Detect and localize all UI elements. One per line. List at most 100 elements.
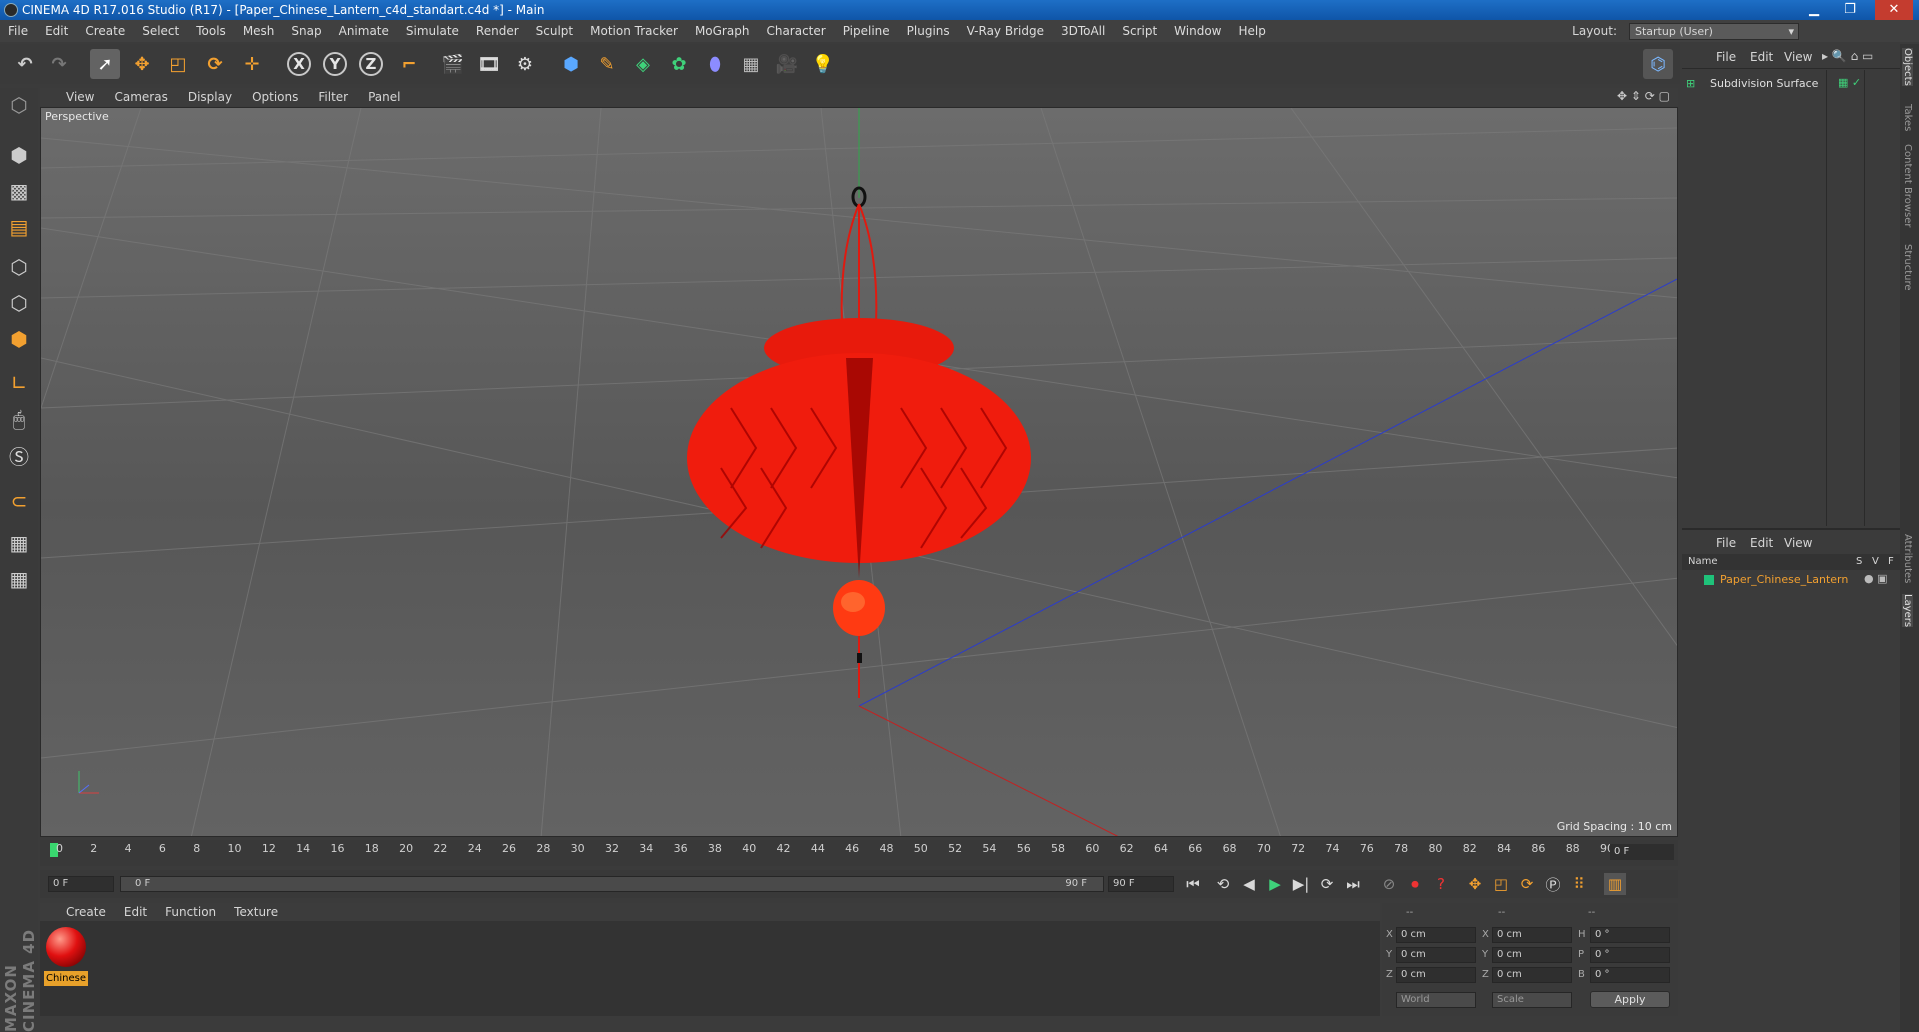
menu-motion-tracker[interactable]: Motion Tracker xyxy=(590,24,678,38)
play-icon[interactable]: ▶ xyxy=(1264,873,1286,895)
start-frame-field[interactable]: 0 F xyxy=(48,876,114,892)
size-y-field[interactable]: 0 cm xyxy=(1492,947,1572,963)
menu-help[interactable]: Help xyxy=(1238,24,1265,38)
menu-pipeline[interactable]: Pipeline xyxy=(843,24,890,38)
objects-menu-view[interactable]: View xyxy=(1784,50,1812,64)
layer-row[interactable]: Paper_Chinese_Lantern ● ▣ xyxy=(1686,572,1896,588)
planar-workplane-icon[interactable]: ▦ xyxy=(3,564,35,594)
floor-icon[interactable]: ▦ xyxy=(736,49,766,79)
menu-edit[interactable]: Edit xyxy=(45,24,68,38)
menu-vray-bridge[interactable]: V-Ray Bridge xyxy=(967,24,1044,38)
camera-icon[interactable]: 🎥 xyxy=(772,49,802,79)
key-parameter-icon[interactable]: Ⓟ xyxy=(1542,873,1564,895)
coordinate-system-icon[interactable]: ⌐ xyxy=(394,49,424,79)
apply-button[interactable]: Apply xyxy=(1590,991,1670,1008)
render-settings-icon[interactable]: ⚙ xyxy=(510,49,540,79)
size-x-field[interactable]: 0 cm xyxy=(1492,927,1572,943)
next-frame-icon[interactable]: ▶| xyxy=(1290,873,1312,895)
points-mode-icon[interactable]: ⬡ xyxy=(3,252,35,282)
objects-menu-edit[interactable]: Edit xyxy=(1750,50,1773,64)
z-axis-lock-icon[interactable]: Z xyxy=(356,49,386,79)
next-key-icon[interactable]: ⟳ xyxy=(1316,873,1338,895)
material-menu-function[interactable]: Function xyxy=(165,905,216,919)
rotation-b-field[interactable]: 0 ° xyxy=(1590,967,1670,983)
menu-file[interactable]: File xyxy=(8,24,28,38)
tab-layers[interactable]: Layers xyxy=(1902,594,1913,628)
coord-space-select[interactable]: World xyxy=(1396,992,1476,1008)
material-menu-edit[interactable]: Edit xyxy=(124,905,147,919)
timeline-ruler[interactable]: 0 2 4 6 8 10 12 14 16 18 20 22 24 26 28 30 32 34 36 38 40 42 4… xyxy=(40,840,1678,866)
menu-script[interactable]: Script xyxy=(1122,24,1157,38)
material-menu-texture[interactable]: Texture xyxy=(234,905,278,919)
tab-objects[interactable]: Objects xyxy=(1902,48,1913,86)
key-position-icon[interactable]: ✥ xyxy=(1464,873,1486,895)
lock-workplane-icon[interactable]: ▦ xyxy=(3,528,35,558)
3d-viewport[interactable]: Perspective Grid Spacing : 10 cm xyxy=(40,107,1678,837)
help-record-icon[interactable]: ? xyxy=(1430,873,1452,895)
menu-animate[interactable]: Animate xyxy=(339,24,389,38)
menu-snap[interactable]: Snap xyxy=(291,24,321,38)
layers-menu-view[interactable]: View xyxy=(1784,536,1812,550)
position-y-field[interactable]: 0 cm xyxy=(1396,947,1476,963)
rotate-icon[interactable]: ⟳ xyxy=(200,49,230,79)
make-editable-icon[interactable]: ⬡ xyxy=(3,90,35,120)
live-selection-icon[interactable]: ➚ xyxy=(90,49,120,79)
autokey-icon[interactable]: ⊘ xyxy=(1378,873,1400,895)
menu-3dtoall[interactable]: 3DToAll xyxy=(1061,24,1105,38)
workplane-mode-icon[interactable]: ▤ xyxy=(3,212,35,242)
size-z-field[interactable]: 0 cm xyxy=(1492,967,1572,983)
menu-simulate[interactable]: Simulate xyxy=(406,24,459,38)
y-axis-lock-icon[interactable]: Y xyxy=(320,49,350,79)
transform-icon[interactable]: ✛ xyxy=(237,49,267,79)
spline-pen-icon[interactable]: ✎ xyxy=(592,49,622,79)
viewport-menu-view[interactable]: View xyxy=(66,90,94,104)
layers-menu-edit[interactable]: Edit xyxy=(1750,536,1773,550)
material-menu-create[interactable]: Create xyxy=(66,905,106,919)
x-axis-lock-icon[interactable]: X xyxy=(284,49,314,79)
timeline-window-icon[interactable]: ▥ xyxy=(1604,873,1626,895)
scale-icon[interactable]: ◰ xyxy=(163,49,193,79)
subdivision-generator-icon[interactable]: ◈ xyxy=(628,49,658,79)
menu-tools[interactable]: Tools xyxy=(196,24,226,38)
menu-sculpt[interactable]: Sculpt xyxy=(536,24,573,38)
coord-mode-select[interactable]: Scale xyxy=(1492,992,1572,1008)
rotation-h-field[interactable]: 0 ° xyxy=(1590,927,1670,943)
menu-window[interactable]: Window xyxy=(1174,24,1221,38)
edges-mode-icon[interactable]: ⬡ xyxy=(3,288,35,318)
render-view-icon[interactable]: 🎬 xyxy=(438,49,468,79)
position-x-field[interactable]: 0 cm xyxy=(1396,927,1476,943)
menu-select[interactable]: Select xyxy=(142,24,179,38)
polygons-mode-icon[interactable]: ⬢ xyxy=(3,324,35,354)
previous-key-icon[interactable]: ⟲ xyxy=(1212,873,1234,895)
viewport-menu-options[interactable]: Options xyxy=(252,90,298,104)
snap-toggle-icon[interactable]: Ⓢ xyxy=(3,440,35,470)
close-icon[interactable]: ✕ xyxy=(1875,0,1913,20)
paper-lantern-model[interactable] xyxy=(41,108,1678,837)
model-mode-icon[interactable]: ⬢ xyxy=(3,140,35,170)
undo-icon[interactable]: ↶ xyxy=(10,49,40,79)
object-enabled-check-icon[interactable]: ▦ ✓ xyxy=(1838,76,1861,89)
light-icon[interactable]: 💡 xyxy=(808,49,838,79)
axis-mode-icon[interactable]: ∟ xyxy=(3,368,35,398)
tweak-mode-icon[interactable]: 🖱 xyxy=(3,404,35,434)
magnet-icon[interactable]: ⊂ xyxy=(3,486,35,516)
texture-mode-icon[interactable]: ▩ xyxy=(3,176,35,206)
move-icon[interactable]: ✥ xyxy=(127,49,157,79)
menu-render[interactable]: Render xyxy=(476,24,519,38)
layer-visibility-icons[interactable]: ● ▣ xyxy=(1864,572,1888,585)
tab-attributes[interactable]: Attributes xyxy=(1902,534,1913,583)
viewport-menu-panel[interactable]: Panel xyxy=(368,90,400,104)
redo-icon[interactable]: ↷ xyxy=(44,49,74,79)
record-keys-icon[interactable]: ⏺ xyxy=(1404,873,1426,895)
menu-plugins[interactable]: Plugins xyxy=(907,24,950,38)
cloner-icon[interactable]: ✿ xyxy=(664,49,694,79)
deformer-icon[interactable]: ⬮ xyxy=(700,49,730,79)
go-to-start-icon[interactable]: ⏮ xyxy=(1182,873,1204,895)
end-frame-field[interactable]: 90 F xyxy=(1108,876,1174,892)
viewport-nav-icons[interactable]: ✥ ⇕ ⟳ ▢ xyxy=(1617,89,1670,103)
viewport-menu-filter[interactable]: Filter xyxy=(318,90,348,104)
tab-takes[interactable]: Takes xyxy=(1902,104,1913,131)
viewport-menu-cameras[interactable]: Cameras xyxy=(114,90,167,104)
key-scale-icon[interactable]: ◰ xyxy=(1490,873,1512,895)
menu-character[interactable]: Character xyxy=(766,24,825,38)
